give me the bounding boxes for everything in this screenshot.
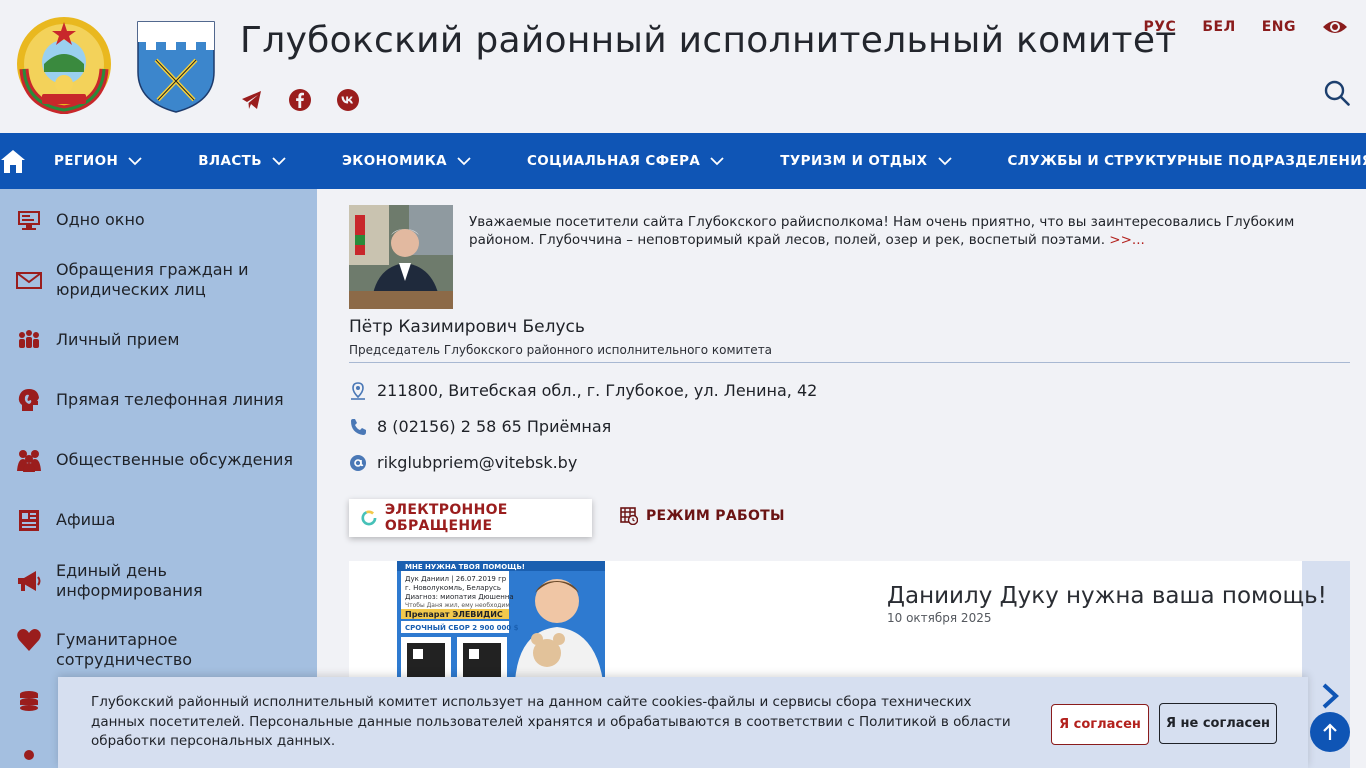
chevron-down-icon: [457, 156, 471, 165]
search-icon[interactable]: [1324, 80, 1350, 106]
people-icon: [19, 330, 39, 348]
envelope-icon: [16, 272, 42, 289]
nav-item-social[interactable]: СОЦИАЛЬНАЯ СФЕРА: [527, 133, 724, 189]
welcome-text: Уважаемые посетители сайта Глубокского р…: [469, 214, 1295, 248]
lang-en[interactable]: ENG: [1262, 19, 1296, 35]
slide-image-line: г. Новолукомль, Беларусь: [405, 584, 501, 592]
contact-address: 211800, Витебская обл., г. Глубокое, ул.…: [349, 381, 817, 400]
slide-image-line: Чтобы Даня жил, ему необходим: [405, 602, 510, 609]
nav-item-power[interactable]: ВЛАСТЬ: [198, 133, 286, 189]
nav-item-services[interactable]: СЛУЖБЫ И СТРУКТУРНЫЕ ПОДРАЗДЕЛЕНИЯ: [1008, 133, 1366, 189]
work-hours-button[interactable]: РЕЖИМ РАБОТЫ: [620, 507, 785, 525]
language-switcher: РУС БЕЛ ENG: [1144, 18, 1349, 36]
phone-icon: [351, 418, 366, 435]
slide-image-line: Дук Даниил | 26.07.2019 гр: [405, 575, 507, 583]
chairman-name[interactable]: Пётр Казимирович Белусь: [349, 317, 585, 337]
chevron-down-icon: [272, 156, 286, 165]
cookie-disagree-button[interactable]: Я не согласен: [1159, 703, 1277, 744]
coins-icon: [20, 691, 38, 711]
at-icon: [350, 454, 366, 471]
vk-icon[interactable]: [336, 88, 360, 112]
heart-icon: [17, 629, 41, 651]
read-more-link[interactable]: >>...: [1109, 232, 1145, 248]
map-pin-icon: [351, 381, 365, 400]
contact-email[interactable]: rikglubpriem@vitebsk.by: [349, 453, 577, 472]
scroll-to-top-button[interactable]: [1310, 712, 1350, 752]
eye-icon[interactable]: [1322, 18, 1348, 36]
calendar-clock-icon: [620, 507, 638, 525]
lang-be[interactable]: БЕЛ: [1202, 19, 1235, 35]
chevron-down-icon: [128, 156, 142, 165]
arrow-up-icon: [1323, 723, 1337, 740]
cookie-banner: Глубокский районный исполнительный комит…: [58, 677, 1308, 768]
home-button[interactable]: [0, 133, 26, 189]
chairman-position: Председатель Глубокского районного испол…: [349, 343, 773, 357]
chevron-down-icon: [710, 156, 724, 165]
loading-ring-icon: [361, 510, 377, 526]
main-navigation: РЕГИОН ВЛАСТЬ ЭКОНОМИКА СОЦИАЛЬНАЯ СФЕРА…: [0, 133, 1366, 189]
chevron-down-icon: [937, 156, 952, 165]
cookie-text: Глубокский районный исполнительный комит…: [91, 694, 1011, 749]
person-icon: [24, 750, 34, 760]
news-date: 10 октября 2025: [887, 611, 992, 625]
slide-image-line: СРОЧНЫЙ СБОР 2 900 000 $: [405, 623, 519, 632]
monitor-icon: [18, 211, 40, 230]
slide-image-line: Препарат ЭЛЕВИДИС: [405, 610, 503, 619]
news-title[interactable]: Даниилу Дуку нужна ваша помощь!: [887, 583, 1327, 609]
state-emblem-icon[interactable]: [14, 14, 114, 114]
slide-image-line: МНЕ НУЖНА ТВОЯ ПОМОЩЬ!: [405, 563, 525, 571]
megaphone-icon: [18, 571, 41, 591]
nav-item-tourism[interactable]: ТУРИЗМ И ОТДЫХ: [780, 133, 952, 189]
divider: [349, 362, 1350, 363]
group-icon: [17, 450, 41, 472]
nav-item-economy[interactable]: ЭКОНОМИКА: [342, 133, 471, 189]
contact-phone[interactable]: 8 (02156) 2 58 65 Приёмная: [349, 417, 611, 436]
slide-image-line: Диагноз: миопатия Дюшенна: [405, 593, 514, 601]
poster-icon: [19, 510, 39, 531]
home-icon: [1, 150, 25, 173]
chairman-photo[interactable]: [349, 205, 453, 309]
lang-ru[interactable]: РУС: [1144, 19, 1177, 35]
nav-item-region[interactable]: РЕГИОН: [54, 133, 142, 189]
news-slide-image[interactable]: МНЕ НУЖНА ТВОЯ ПОМОЩЬ! Дук Даниил | 26.0…: [397, 561, 605, 681]
e-appeal-button[interactable]: ЭЛЕКТРОННОЕ ОБРАЩЕНИЕ: [349, 499, 592, 537]
telegram-icon[interactable]: [240, 88, 264, 112]
district-coat-of-arms-icon[interactable]: [136, 20, 216, 114]
chevron-right-icon[interactable]: [1320, 683, 1340, 709]
head-phone-icon: [18, 389, 39, 411]
site-header: Глубокский районный исполнительный комит…: [0, 0, 1366, 133]
facebook-icon[interactable]: [288, 88, 312, 112]
social-links: [240, 88, 360, 112]
cookie-agree-button[interactable]: Я согласен: [1051, 704, 1149, 745]
site-title[interactable]: Глубокский районный исполнительный комит…: [240, 20, 1177, 61]
